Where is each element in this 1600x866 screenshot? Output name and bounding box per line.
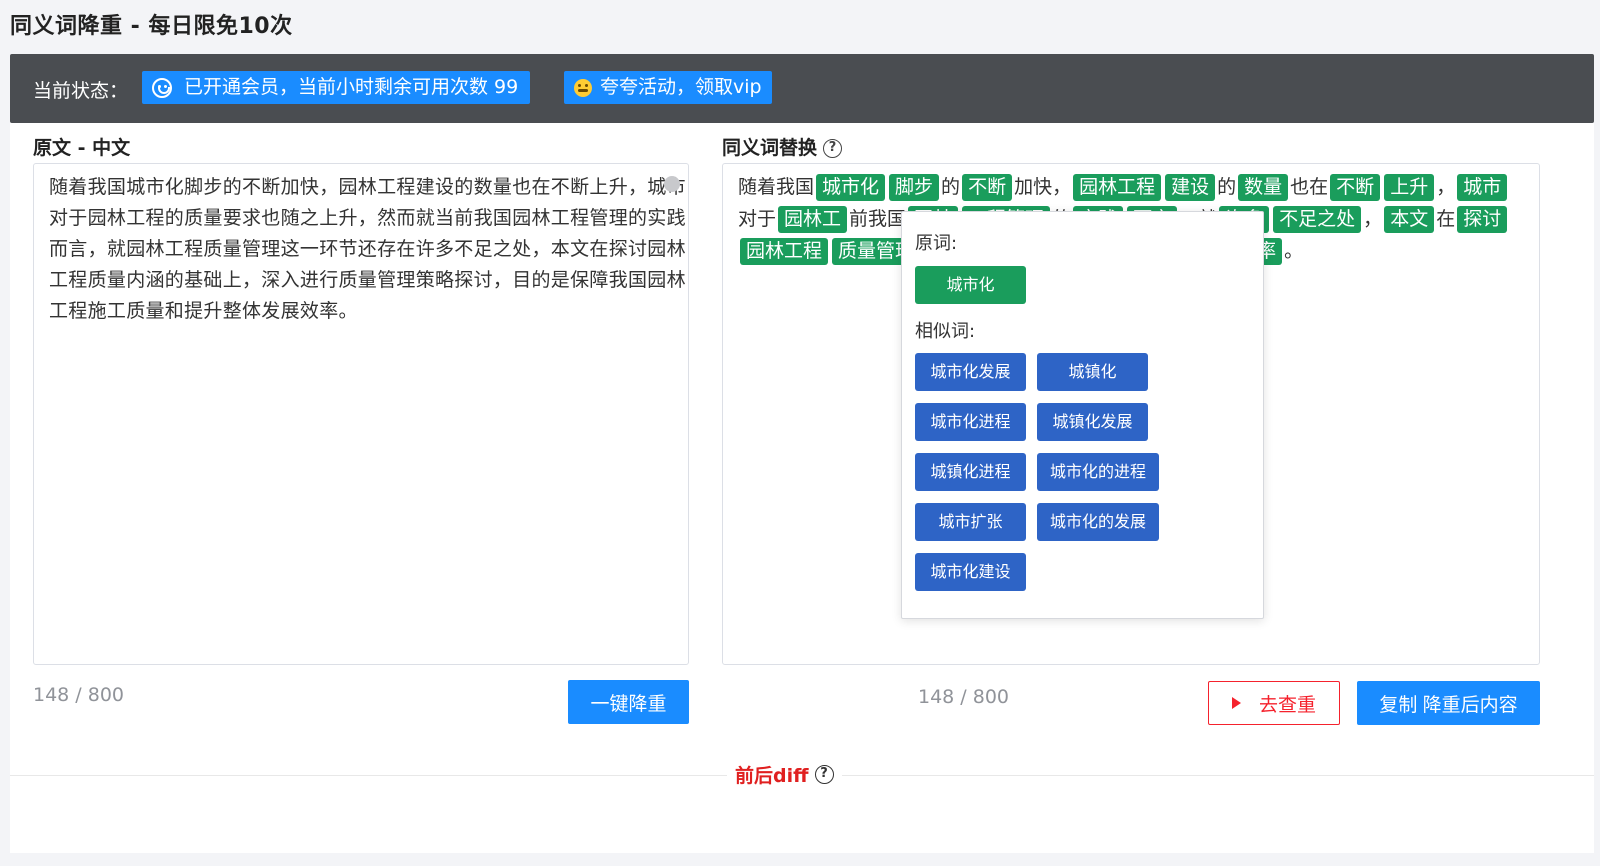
original-label: 原词: [915,233,958,254]
synonym-title: 同义词替换 [722,137,818,159]
similar-word-button[interactable]: 城镇化发展 [1037,403,1148,441]
synonym-chip[interactable]: 不断 [962,174,1013,201]
similar-word-button[interactable]: 城镇化进程 [915,453,1026,491]
help-icon[interactable]: ? [823,139,843,158]
synonym-chip[interactable]: 探讨 [1457,206,1508,233]
member-status-badge: 已开通会员，当前小时剩余可用次数 99 [142,71,531,104]
synonym-chip[interactable]: 不断 [1330,174,1381,201]
copy-result-button[interactable]: 复制 降重后内容 [1357,681,1540,725]
synonym-chip[interactable]: 园林工程 [740,238,829,265]
plain-text: ， [1436,176,1456,198]
play-icon [1231,697,1241,709]
clear-icon[interactable] [664,176,680,192]
source-counter: 148 / 800 [33,684,125,706]
similar-word-button[interactable]: 城镇化 [1037,353,1148,391]
plain-text: 的 [941,176,961,198]
synonym-counter: 148 / 800 [918,686,1010,708]
source-text: 随着我国城市化脚步的不断加快，园林工程建设的数量也在不断上升，城市对于园林工程的… [49,176,686,322]
plain-text: ， [1363,208,1383,230]
smile-icon [152,77,172,98]
diff-label: 前后diff [735,765,809,787]
page-title: 同义词降重 - 每日限免10次 [10,14,293,39]
synonym-chip[interactable]: 建设 [1165,174,1216,201]
check-duplicate-button[interactable]: 去查重 [1208,681,1340,725]
synonym-chip[interactable]: 脚步 [889,174,940,201]
synonym-chip[interactable]: 不足之处 [1273,206,1362,233]
plain-text: 。 [1284,240,1304,262]
similar-word-button[interactable]: 城市扩张 [915,503,1026,541]
vip-promo-link[interactable]: 夸夸活动，领取vip [564,71,772,104]
synonym-chip[interactable]: 上升 [1384,174,1435,201]
synonym-chip[interactable]: 城市 [1457,174,1508,201]
status-label: 当前状态： [33,80,129,102]
similar-word-button[interactable]: 城市化进程 [915,403,1026,441]
similar-word-button[interactable]: 城市化建设 [915,553,1026,591]
synonym-chip[interactable]: 本文 [1384,206,1435,233]
plain-text: 在 [1436,208,1456,230]
similar-word-button[interactable]: 城市化的进程 [1037,453,1159,491]
synonym-chip[interactable]: 园林工程 [1073,174,1162,201]
similar-word-button[interactable]: 城市化的发展 [1037,503,1159,541]
main-content: 原文 - 中文 随着我国城市化脚步的不断加快，园林工程建设的数量也在不断上升，城… [10,123,1594,853]
synonym-chip[interactable]: 数量 [1238,174,1289,201]
status-bar: 当前状态： 已开通会员，当前小时剩余可用次数 99 夸夸活动，领取vip [10,54,1594,123]
similar-label: 相似词: [915,321,976,342]
source-title: 原文 - 中文 [33,137,131,159]
diff-help-icon[interactable]: ? [814,765,834,784]
grin-emoji-icon [574,78,592,97]
plain-text: 对于 [738,208,777,230]
plain-text: 也在 [1290,176,1329,198]
original-word-chip[interactable]: 城市化 [915,266,1026,304]
source-textarea[interactable]: 随着我国城市化脚步的不断加快，园林工程建设的数量也在不断上升，城市对于园林工程的… [33,163,689,665]
plain-text: 加快， [1014,176,1072,198]
synonym-popover: 原词: 城市化 相似词: 城市化发展 城镇化 城市化进程 城镇化发展 城镇化进程… [901,211,1264,619]
synonym-title-wrap: 同义词替换? [722,133,843,160]
synonym-chip[interactable]: 园林工 [778,206,848,233]
diff-toggle[interactable]: 前后diff? [727,761,842,788]
plain-text: 随着我国 [738,176,815,198]
check-duplicate-label: 去查重 [1258,694,1316,716]
plain-text: 的 [1217,176,1237,198]
plain-text: 前我国 [849,208,907,230]
vip-promo-text: 夸夸活动，领取vip [600,76,762,98]
synonym-chip[interactable]: 城市化 [816,174,886,201]
similar-word-button[interactable]: 城市化发展 [915,353,1026,391]
member-status-text: 已开通会员，当前小时剩余可用次数 99 [184,76,519,98]
rewrite-button[interactable]: 一键降重 [568,680,689,724]
